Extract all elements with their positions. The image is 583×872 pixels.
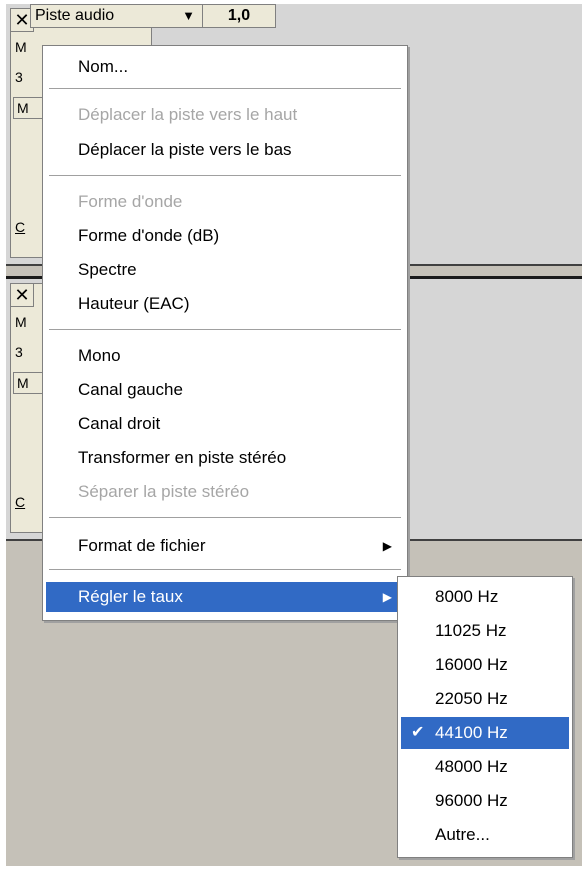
track-context-menu: Nom... Déplacer la piste vers le haut Dé… [42,45,408,621]
mute-button[interactable]: M [13,97,44,119]
submenu-arrow-icon: ▶ [382,539,392,553]
rate-option-16000[interactable]: 16000 Hz [401,649,569,681]
menu-item-make-stereo[interactable]: Transformer en piste stéréo [46,443,404,473]
close-icon: ✕ [14,10,30,30]
rate-submenu: 8000 Hz 11025 Hz 16000 Hz 22050 Hz ✔ 441… [397,576,573,858]
menu-separator [49,175,401,176]
rate-option-22050[interactable]: 22050 Hz [401,683,569,715]
menu-item-mono[interactable]: Mono [46,341,404,371]
rate-option-label: 44100 Hz [435,723,508,742]
menu-item-left-channel[interactable]: Canal gauche [46,375,404,405]
mute-button[interactable]: M [13,372,44,394]
menu-item-waveform-db[interactable]: Forme d'onde (dB) [46,221,404,251]
side-letter: 3 [15,69,23,85]
menu-item-label: Régler le taux [78,587,183,606]
side-letter: M [15,314,27,330]
menu-item-move-up: Déplacer la piste vers le haut [78,105,298,124]
rate-option-96000[interactable]: 96000 Hz [401,785,569,817]
menu-item-file-format[interactable]: Format de fichier ▶ [46,531,404,561]
menu-separator [49,88,401,89]
rate-option-8000[interactable]: 8000 Hz [401,581,569,613]
track-rate-display: 1,0 [202,4,276,28]
side-letter: C [15,494,26,510]
menu-item-label: Format de fichier [78,536,206,555]
chevron-down-icon: ▼ [182,8,195,23]
track-name-label: Piste audio [35,7,115,24]
rate-value: 1,0 [227,7,251,24]
menu-item-waveform: Forme d'onde [78,192,183,211]
menu-item-pitch[interactable]: Hauteur (EAC) [46,289,404,319]
side-letter: C [15,219,26,235]
side-letter: 3 [15,344,23,360]
menu-item-right-channel[interactable]: Canal droit [46,409,404,439]
rate-option-48000[interactable]: 48000 Hz [401,751,569,783]
menu-item-spectrum[interactable]: Spectre [46,255,404,285]
rate-option-other[interactable]: Autre... [401,819,569,851]
track-close-button[interactable]: ✕ [11,284,34,307]
menu-item-move-down[interactable]: Déplacer la piste vers le bas [46,135,404,165]
menu-separator [49,329,401,330]
rate-option-44100[interactable]: ✔ 44100 Hz [401,717,569,749]
rate-option-11025[interactable]: 11025 Hz [401,615,569,647]
menu-item-name[interactable]: Nom... [46,52,404,82]
checkmark-icon: ✔ [411,724,425,741]
close-icon: ✕ [14,285,30,305]
track-name-dropdown[interactable]: Piste audio ▼ [30,4,204,28]
menu-separator [49,517,401,518]
menu-item-split-stereo: Séparer la piste stéréo [78,482,250,501]
side-letter: M [15,39,27,55]
menu-separator [49,569,401,570]
menu-item-set-rate[interactable]: Régler le taux ▶ [46,582,404,612]
submenu-arrow-icon: ▶ [382,590,392,604]
